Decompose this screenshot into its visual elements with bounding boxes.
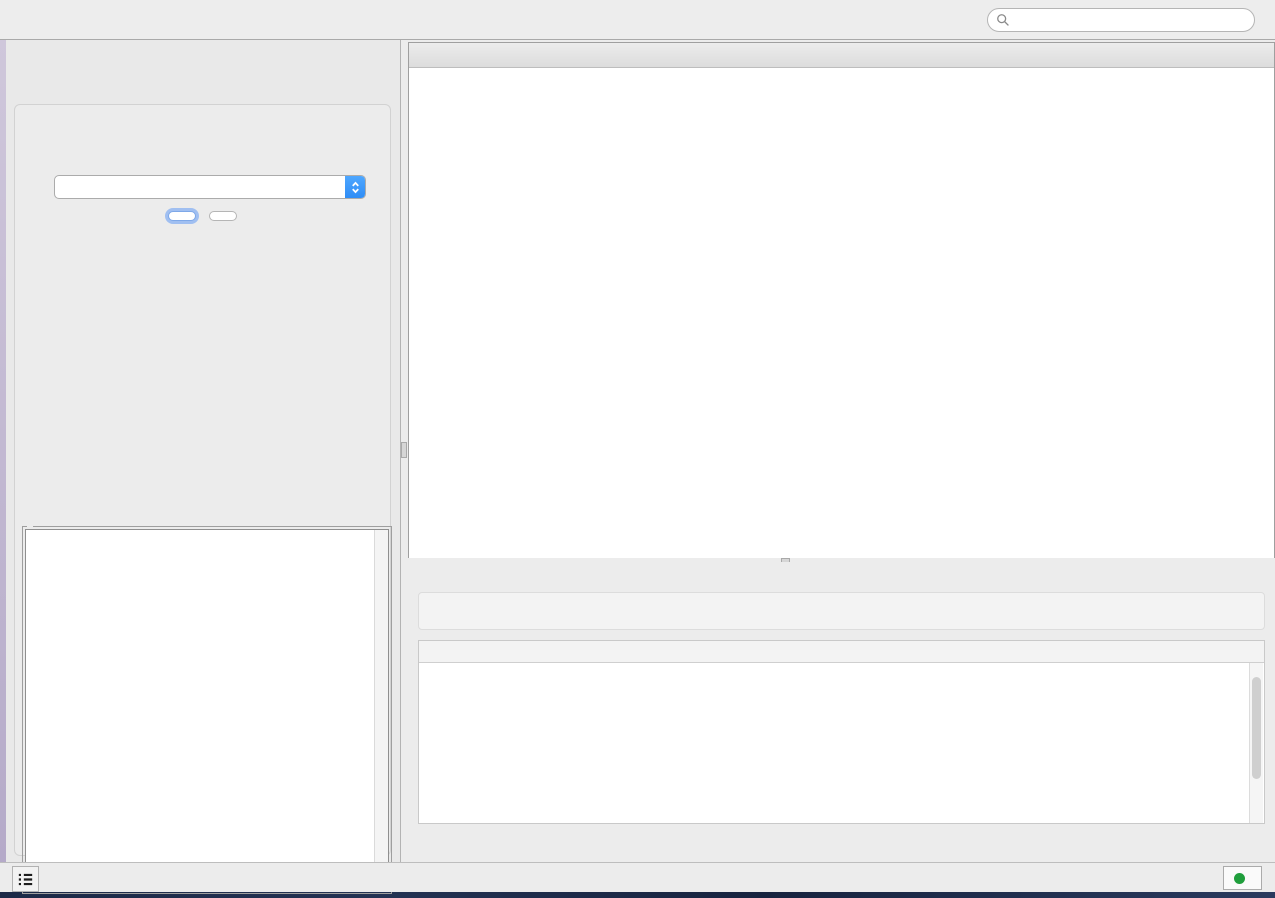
network-window-titlebar[interactable] bbox=[409, 43, 1274, 68]
table-header-row bbox=[419, 641, 1264, 663]
mcds-list-scrollbar[interactable] bbox=[374, 530, 388, 890]
network-view[interactable] bbox=[409, 68, 1274, 558]
control-panel bbox=[6, 40, 401, 862]
search-input[interactable] bbox=[1015, 12, 1246, 28]
run-mcds-button[interactable] bbox=[168, 211, 196, 221]
memory-status-icon bbox=[1234, 873, 1245, 884]
search-box[interactable] bbox=[987, 8, 1255, 32]
search-icon bbox=[996, 13, 1010, 27]
main-toolbar bbox=[0, 0, 1275, 40]
mcds-result-group bbox=[22, 526, 392, 894]
close-panel-button[interactable] bbox=[209, 211, 237, 221]
list-icon bbox=[17, 872, 34, 887]
mcds-panel bbox=[14, 104, 391, 856]
vertical-splitter-grip[interactable] bbox=[401, 442, 407, 458]
table-panel-header bbox=[408, 562, 1275, 588]
mcds-result-list[interactable] bbox=[25, 529, 389, 891]
table-scrollbar[interactable] bbox=[1249, 663, 1263, 823]
criterion-select[interactable] bbox=[54, 175, 366, 199]
table-panel bbox=[408, 562, 1275, 860]
task-history-button[interactable] bbox=[12, 866, 39, 892]
status-bar bbox=[0, 862, 1275, 892]
window-zoom-icon[interactable] bbox=[458, 49, 470, 61]
table-toolbar bbox=[418, 592, 1265, 630]
control-panel-header bbox=[6, 40, 400, 66]
select-stepper-icon bbox=[345, 176, 365, 198]
node-table bbox=[418, 640, 1265, 824]
mcds-buttons bbox=[15, 211, 390, 221]
network-window bbox=[408, 42, 1275, 558]
window-minimize-icon[interactable] bbox=[438, 49, 450, 61]
table-scrollbar-thumb[interactable] bbox=[1252, 677, 1261, 779]
window-close-icon[interactable] bbox=[418, 49, 430, 61]
memory-button[interactable] bbox=[1223, 866, 1262, 890]
